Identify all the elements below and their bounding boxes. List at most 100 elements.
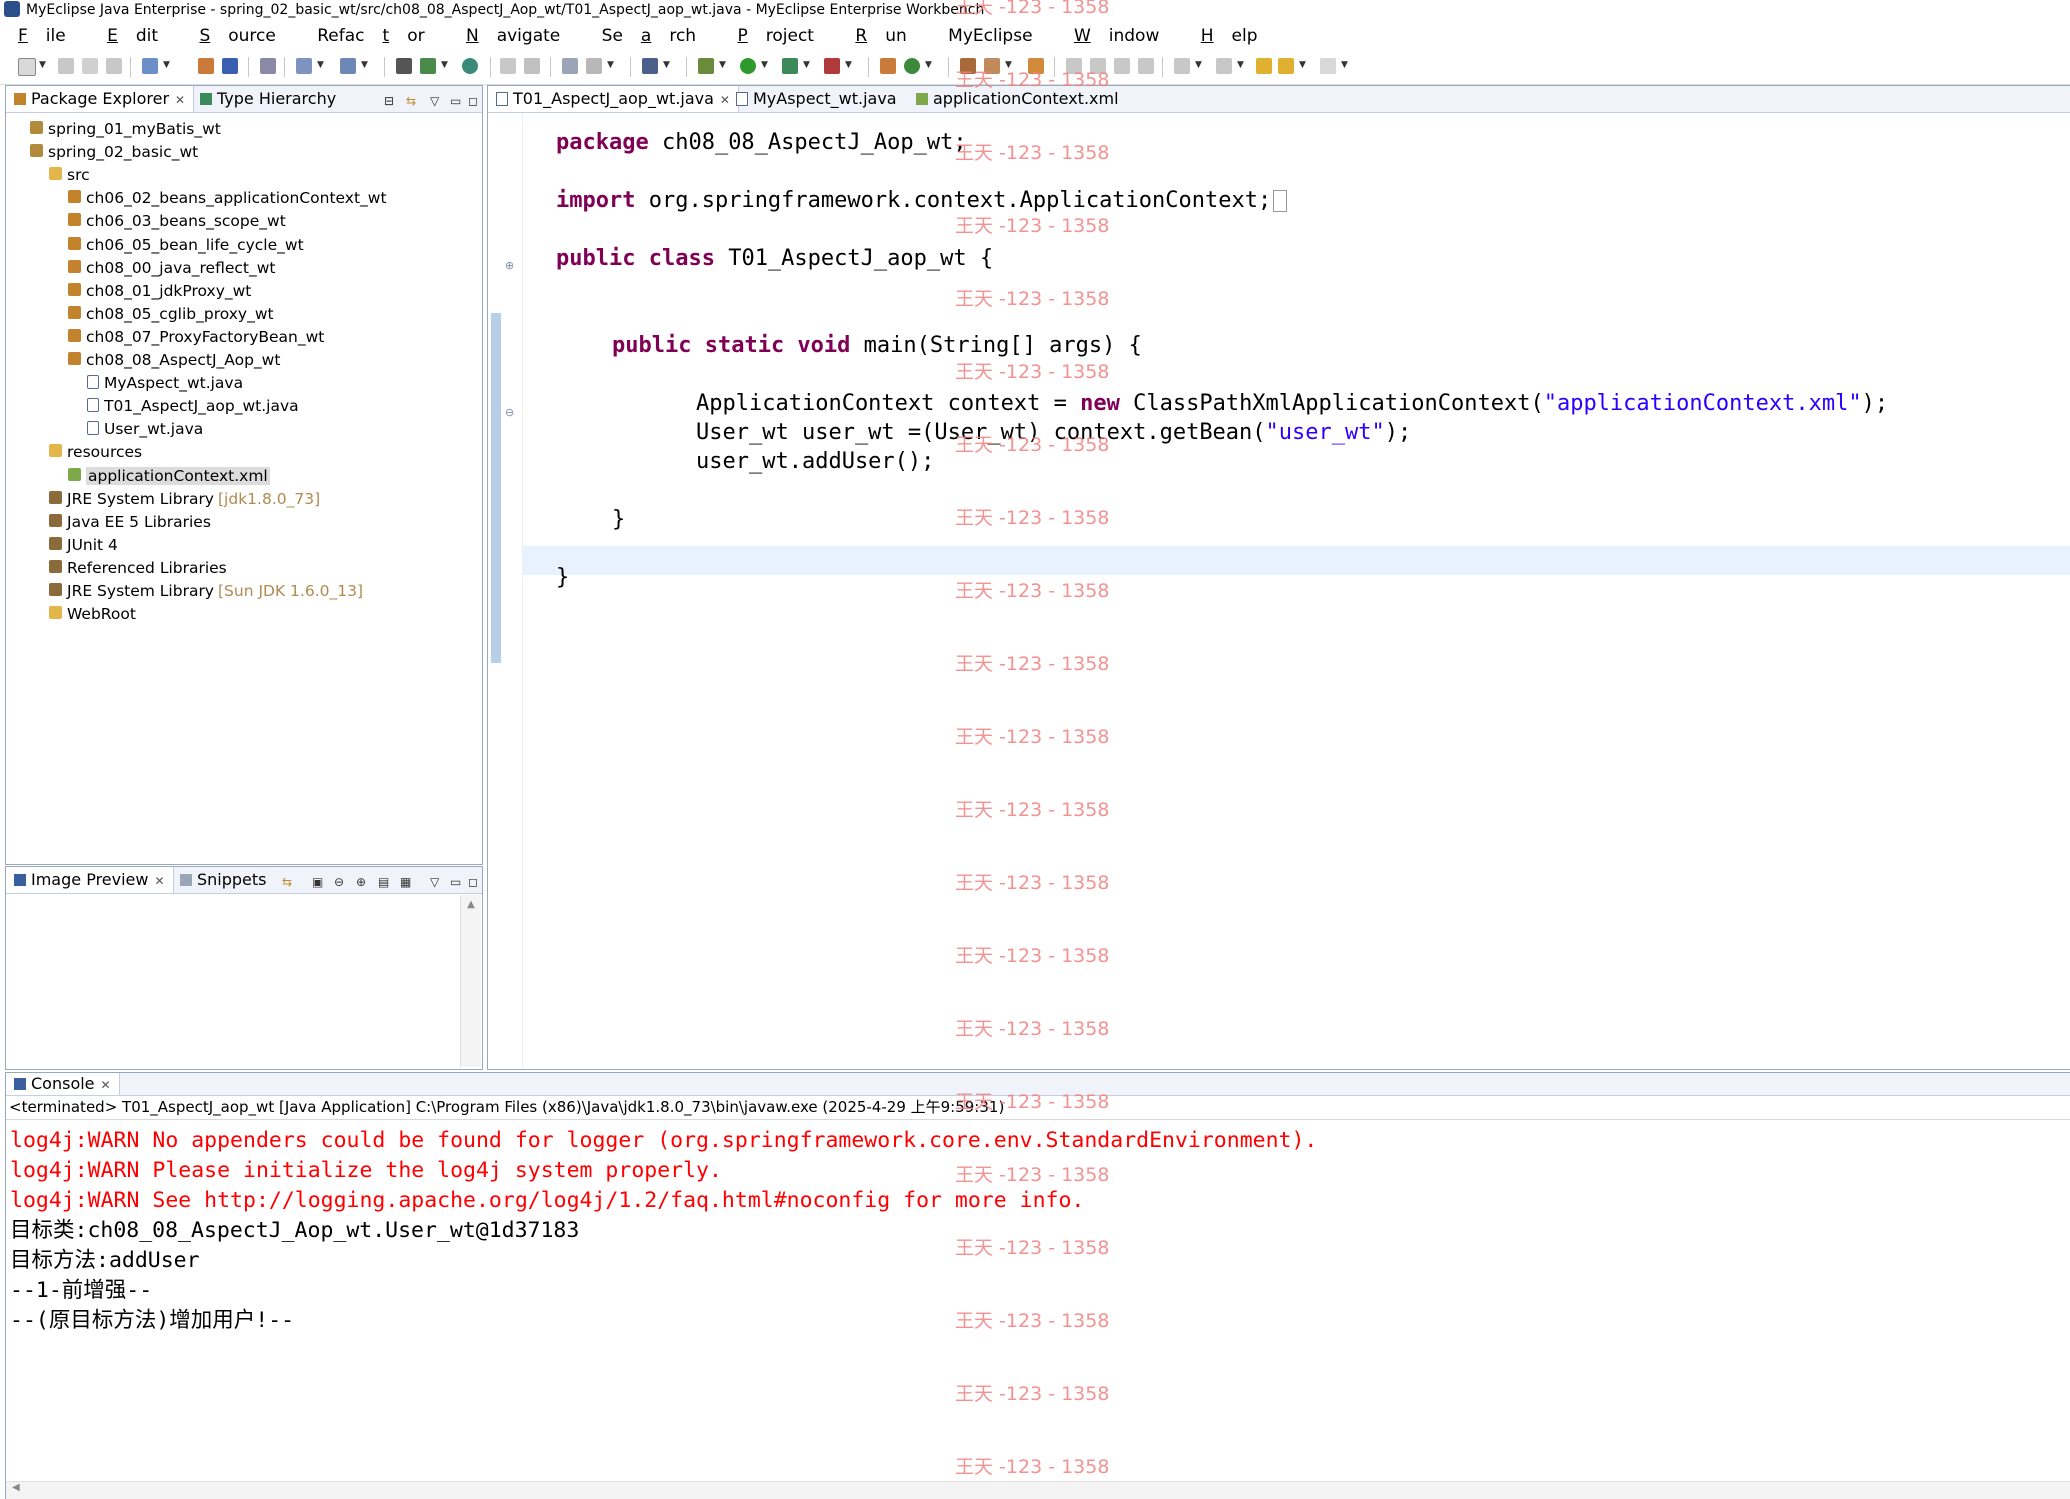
- maximize-icon[interactable]: ◻: [468, 88, 478, 114]
- close-icon[interactable]: ✕: [175, 93, 185, 107]
- tree-item[interactable]: ch08_00_java_reflect_wt: [68, 257, 276, 279]
- tree-item[interactable]: ch06_05_bean_life_cycle_wt: [68, 234, 304, 256]
- collapse-all-icon[interactable]: ⊟: [384, 88, 394, 114]
- back-icon[interactable]: [1278, 58, 1294, 74]
- tree-item[interactable]: resources: [49, 441, 142, 463]
- last-edit-icon[interactable]: [1256, 58, 1272, 74]
- minimize-icon[interactable]: ▭: [450, 869, 461, 895]
- minimize-icon[interactable]: ▭: [450, 88, 461, 114]
- tree-item[interactable]: ch06_03_beans_scope_wt: [68, 210, 286, 232]
- forward-dropdown-icon[interactable]: ▼: [1341, 60, 1348, 70]
- new-icon[interactable]: [18, 58, 36, 76]
- open-perspective-icon[interactable]: [222, 58, 238, 74]
- uml-icon[interactable]: [562, 58, 578, 74]
- tree-item[interactable]: src: [49, 164, 90, 186]
- tree-item[interactable]: JRE System Library [Sun JDK 1.6.0_13]: [49, 580, 363, 602]
- external-tools-dropdown-icon[interactable]: ▼: [845, 60, 852, 70]
- menu-myeclipse[interactable]: MyEclipse: [939, 26, 1041, 46]
- coverage-icon[interactable]: [782, 58, 798, 74]
- tree-item[interactable]: Java EE 5 Libraries: [49, 511, 211, 533]
- run-icon[interactable]: [740, 58, 756, 74]
- code-editor[interactable]: package ch08_08_AspectJ_Aop_wt; import o…: [522, 113, 2070, 1069]
- tree-item[interactable]: ch08_01_jdkProxy_wt: [68, 280, 251, 302]
- menu-source[interactable]: Source: [190, 26, 284, 46]
- view-menu-icon[interactable]: ▽: [430, 88, 439, 114]
- debug-dropdown-icon[interactable]: ▼: [719, 60, 726, 70]
- show-whitespace-icon[interactable]: [1114, 58, 1130, 74]
- close-icon[interactable]: ✕: [154, 874, 164, 888]
- menu-help[interactable]: Help: [1192, 26, 1267, 46]
- servers-icon[interactable]: [340, 58, 356, 74]
- tab-snippets[interactable]: Snippets: [172, 867, 275, 893]
- console-hscrollbar[interactable]: ◀: [6, 1481, 2070, 1499]
- tree-item[interactable]: spring_02_basic_wt: [30, 141, 198, 163]
- tab-image-preview[interactable]: Image Preview ✕: [6, 867, 174, 893]
- tab-myaspect-wt[interactable]: MyAspect_wt.java: [728, 86, 905, 112]
- save-all-icon[interactable]: [82, 58, 98, 74]
- link-icon[interactable]: [500, 58, 516, 74]
- new-class-dropdown-icon[interactable]: ▼: [925, 60, 932, 70]
- report-design-icon[interactable]: [420, 58, 436, 74]
- new-class-icon[interactable]: [904, 58, 920, 74]
- refresh-icon[interactable]: ⇆: [282, 869, 292, 895]
- fit-window-icon[interactable]: ▦: [400, 869, 411, 895]
- run-dropdown-icon[interactable]: ▼: [761, 60, 768, 70]
- new-java-project-icon[interactable]: [880, 58, 896, 74]
- folded-import-marker[interactable]: [1273, 190, 1288, 212]
- console-dropdown-icon[interactable]: ▼: [663, 60, 670, 70]
- tree-item[interactable]: ch08_05_cglib_proxy_wt: [68, 303, 274, 325]
- open-type-icon[interactable]: [198, 58, 214, 74]
- tree-item[interactable]: Referenced Libraries: [49, 557, 227, 579]
- actual-size-icon[interactable]: ▤: [378, 869, 389, 895]
- fit-image-icon[interactable]: ▣: [312, 869, 323, 895]
- tree-item[interactable]: User_wt.java: [87, 418, 203, 440]
- prev-annotation-icon[interactable]: [1216, 58, 1232, 74]
- servers-dropdown-icon[interactable]: ▼: [361, 60, 368, 70]
- forward-icon[interactable]: [1320, 58, 1336, 74]
- next-annotation-dropdown-icon[interactable]: ▼: [1195, 60, 1202, 70]
- tree-item[interactable]: ch06_02_beans_applicationContext_wt: [68, 187, 387, 209]
- tree-item[interactable]: ch08_08_AspectJ_Aop_wt: [68, 349, 280, 371]
- tree-item[interactable]: applicationContext.xml: [68, 465, 270, 487]
- menu-search[interactable]: Se a rch: [593, 26, 705, 46]
- preview-scrollbar[interactable]: ▲: [460, 895, 481, 1067]
- menu-refactor[interactable]: Refac t or: [308, 26, 433, 46]
- tree-item[interactable]: T01_AspectJ_aop_wt.java: [87, 395, 299, 417]
- back-dropdown-icon[interactable]: ▼: [1299, 60, 1306, 70]
- report-dropdown-icon[interactable]: ▼: [441, 60, 448, 70]
- report-icon[interactable]: [396, 58, 412, 74]
- menu-edit[interactable]: Edit: [98, 26, 167, 46]
- db-icon[interactable]: [586, 58, 602, 74]
- menu-window[interactable]: Window: [1065, 26, 1168, 46]
- new-server-icon[interactable]: [142, 58, 158, 74]
- tree-item[interactable]: JUnit 4: [49, 534, 118, 556]
- scroll-up-icon[interactable]: ▲: [461, 899, 481, 910]
- web-browser-icon[interactable]: [260, 58, 276, 74]
- coverage-dropdown-icon[interactable]: ▼: [803, 60, 810, 70]
- tree-item[interactable]: ch08_07_ProxyFactoryBean_wt: [68, 326, 324, 348]
- next-annotation-icon[interactable]: [1174, 58, 1190, 74]
- globe-icon[interactable]: [462, 58, 478, 74]
- console-display-icon[interactable]: [642, 58, 658, 74]
- save-icon[interactable]: [58, 58, 74, 74]
- db-dropdown-icon[interactable]: ▼: [607, 60, 614, 70]
- menu-file[interactable]: File: [9, 26, 75, 46]
- tab-package-explorer[interactable]: Package Explorer ✕: [6, 86, 195, 112]
- link-with-editor-icon[interactable]: ⇆: [406, 88, 416, 114]
- menu-navigate[interactable]: Navigate: [457, 26, 569, 46]
- server-dropdown-icon[interactable]: ▼: [163, 60, 170, 70]
- history-icon[interactable]: [524, 58, 540, 74]
- deploy-dropdown-icon[interactable]: ▼: [317, 60, 324, 70]
- collapse-method-icon[interactable]: ⊖: [505, 406, 514, 419]
- new-dropdown-icon[interactable]: ▼: [39, 60, 46, 70]
- tree-item[interactable]: MyAspect_wt.java: [87, 372, 243, 394]
- maximize-icon[interactable]: ◻: [468, 869, 478, 895]
- menu-project[interactable]: Project: [728, 26, 822, 46]
- view-menu-icon[interactable]: ▽: [430, 869, 439, 895]
- scroll-left-icon[interactable]: ◀: [12, 1482, 2070, 1493]
- external-tools-icon[interactable]: [824, 58, 840, 74]
- expand-import-icon[interactable]: ⊕: [505, 259, 514, 272]
- tree-item[interactable]: spring_01_myBatis_wt: [30, 118, 221, 140]
- tree-item[interactable]: JRE System Library [jdk1.8.0_73]: [49, 488, 320, 510]
- print-icon[interactable]: [106, 58, 122, 74]
